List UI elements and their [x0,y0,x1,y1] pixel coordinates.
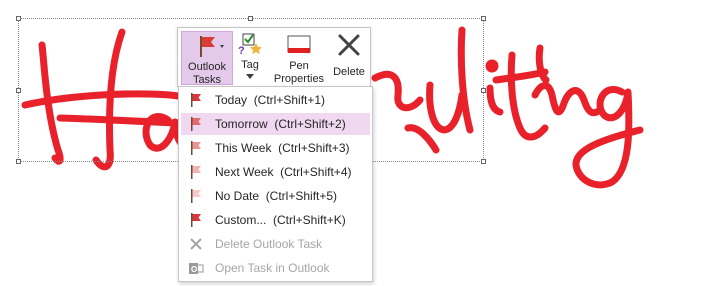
flag-tomorrow-icon [186,114,206,134]
menu-item[interactable]: Today (Ctrl+Shift+1) [181,89,370,111]
menu-item-label: Today (Ctrl+Shift+1) [215,93,326,107]
svg-text:O: O [191,265,197,274]
flag-today-icon [186,90,206,110]
menu-item-label: Next Week (Ctrl+Shift+4) [215,165,352,179]
menu-item[interactable]: This Week (Ctrl+Shift+3) [181,137,370,159]
menu-item[interactable]: Next Week (Ctrl+Shift+4) [181,161,370,183]
flag-icon [187,32,227,60]
flag-next-week-icon [186,162,206,182]
menu-item-label: Delete Outlook Task [215,237,323,251]
resize-handle-top-center[interactable] [248,16,253,21]
flag-no-date-icon [186,186,206,206]
menu-item[interactable]: Tomorrow (Ctrl+Shift+2) [181,113,370,135]
delete-label: Delete [333,66,365,78]
delete-task-icon [186,234,206,254]
pen-properties-button[interactable]: Pen Properties [270,31,328,85]
resize-handle-right[interactable] [481,88,486,93]
outlook-tasks-label-2: Tasks [192,74,222,86]
menu-item-label: Tomorrow (Ctrl+Shift+2) [215,117,346,131]
pen-properties-icon [285,31,313,59]
outlook-tasks-button[interactable]: Outlook Tasks [181,31,233,86]
menu-item-label: Custom... (Ctrl+Shift+K) [215,213,346,227]
resize-handle-top-left[interactable] [16,16,21,21]
pen-properties-label-2: Properties [273,73,325,85]
menu-item: Delete Outlook Task [181,233,370,255]
menu-item[interactable]: No Date (Ctrl+Shift+5) [181,185,370,207]
chevron-down-icon [246,74,254,79]
menu-item-label: This Week (Ctrl+Shift+3) [215,141,350,155]
outlook-tasks-menu: Today (Ctrl+Shift+1) Tomorrow (Ctrl+Shift… [178,86,373,282]
menu-item-label: No Date (Ctrl+Shift+5) [215,189,338,203]
flag-custom-icon [186,210,206,230]
resize-handle-left[interactable] [16,88,21,93]
flag-this-week-icon [186,138,206,158]
resize-handle-top-right[interactable] [481,16,486,21]
dropdown-arrow-icon [220,45,224,48]
tag-icon: ? [236,31,264,57]
pen-properties-label-1: Pen [289,60,309,72]
outlook-icon: O [186,258,206,278]
tag-label: Tag [241,59,259,71]
tag-button[interactable]: ? Tag [235,31,265,85]
menu-item-label: Open Task in Outlook [215,261,330,275]
outlook-tasks-label-1: Outlook [188,61,226,73]
mini-toolbar: Outlook Tasks ? Tag Pen Properties Delet… [177,27,371,87]
resize-handle-bottom-left[interactable] [16,159,21,164]
delete-button[interactable]: Delete [329,31,369,85]
svg-text:?: ? [238,45,245,57]
delete-icon [336,31,362,61]
menu-item[interactable]: Custom... (Ctrl+Shift+K) [181,209,370,231]
resize-handle-bottom-right[interactable] [481,159,486,164]
menu-item: O Open Task in Outlook [181,257,370,279]
